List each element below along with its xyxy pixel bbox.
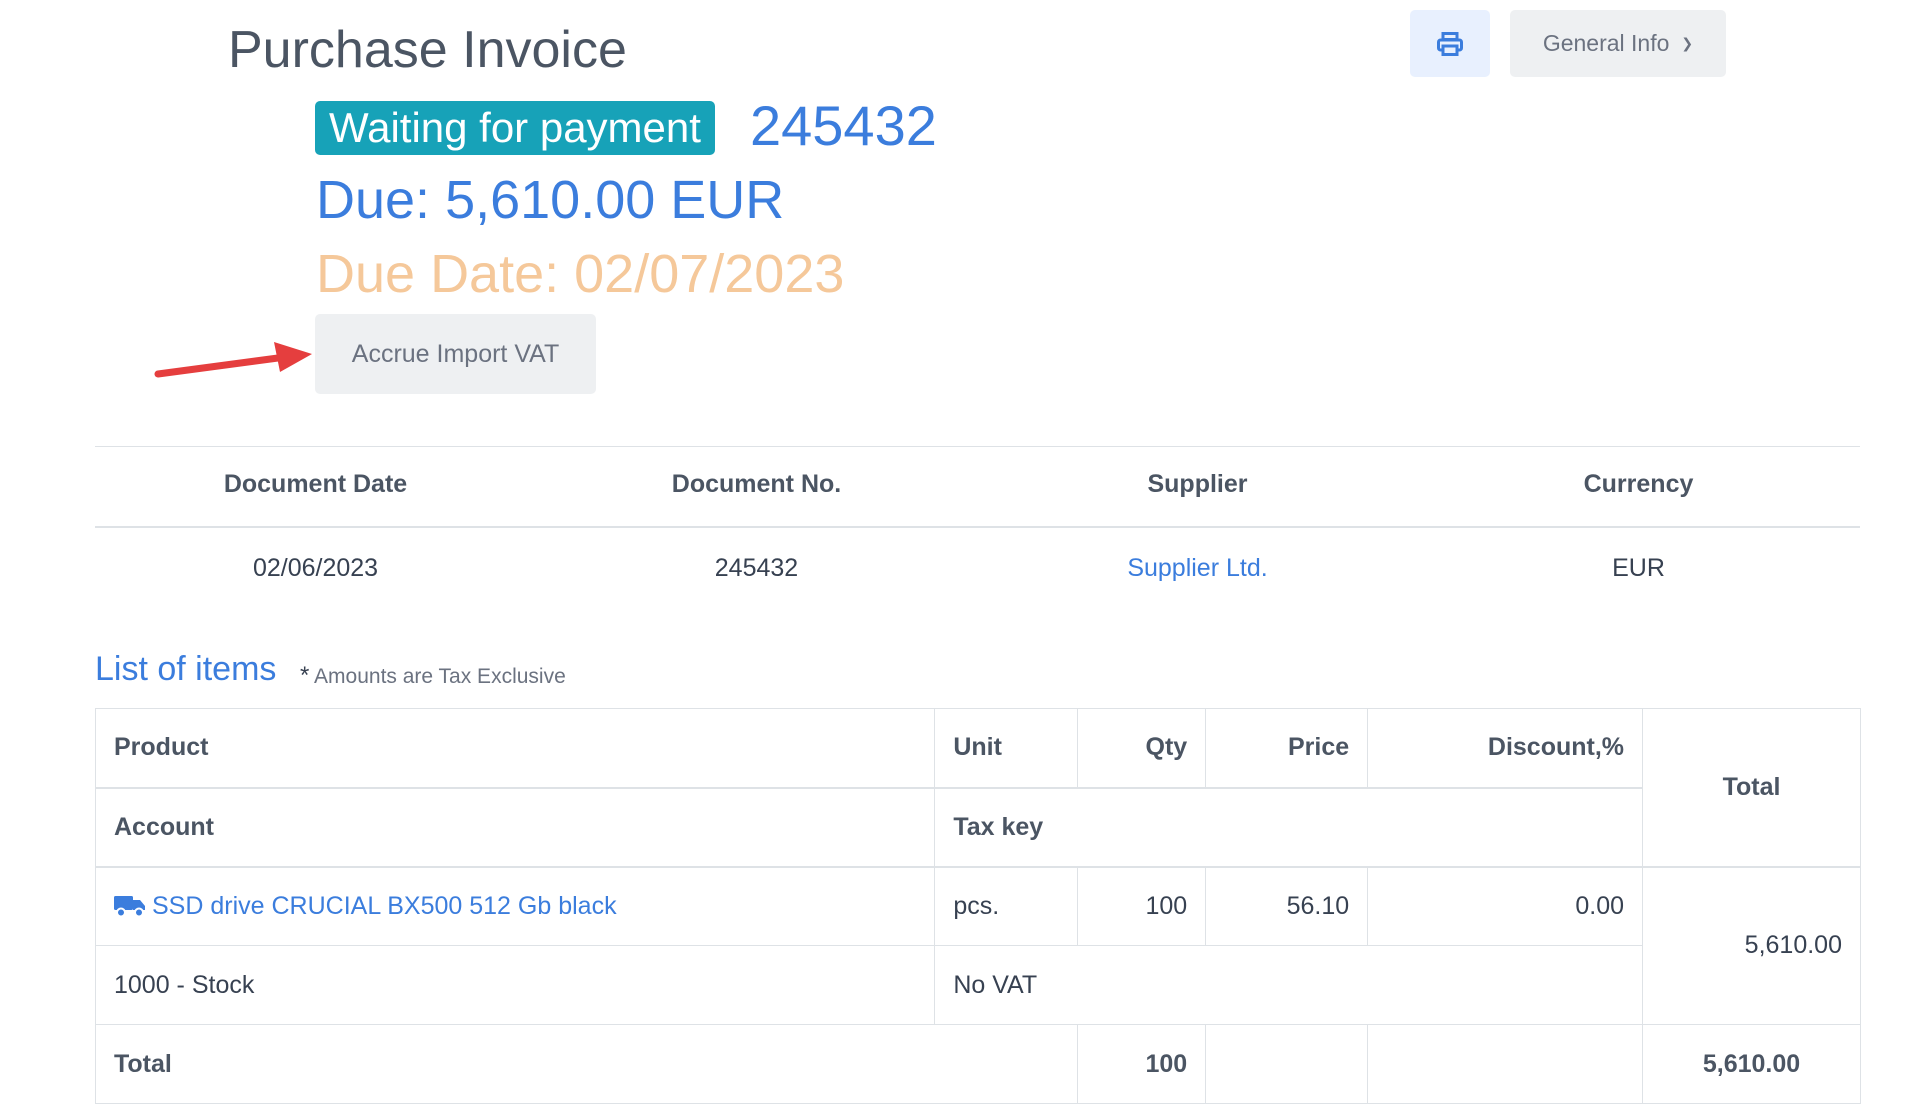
table-header-row: Product Unit Qty Price Discount,% Total	[94, 708, 1861, 867]
note-star: *	[300, 662, 310, 689]
currency-value: EUR	[1612, 554, 1665, 582]
invoice-number: 245432	[750, 94, 937, 157]
divider	[95, 446, 1860, 447]
doc-date-header: Document Date	[223, 470, 408, 498]
doc-number-header: Document No.	[671, 470, 842, 498]
doc-number-value: 245432	[714, 554, 799, 582]
note-text: Amounts are Tax Exclusive	[314, 665, 566, 688]
due-amount: Due: 5,610.00 EUR	[316, 170, 785, 230]
col-discount: Discount,%	[1367, 708, 1644, 788]
footer-total: 5,610.00	[1642, 1024, 1861, 1104]
due-date: Due Date: 02/07/2023	[316, 244, 845, 304]
accrue-import-vat-button[interactable]: Accrue Import VAT	[315, 314, 596, 394]
items-section-title: List of items	[95, 650, 277, 688]
print-button[interactable]	[1410, 10, 1490, 77]
truck-icon	[114, 895, 145, 918]
tax-key-cell: No VAT	[934, 945, 1644, 1025]
product-link[interactable]: SSD drive CRUCIAL BX500 512 Gb black	[152, 892, 617, 920]
total-cell: 5,610.00	[1642, 865, 1861, 1025]
col-tax-key: Tax key	[934, 786, 1644, 867]
currency-header: Currency	[1583, 470, 1694, 498]
footer-qty: 100	[1077, 1024, 1207, 1104]
footer-empty	[1205, 1024, 1369, 1104]
col-product: Product	[94, 708, 936, 788]
col-unit: Unit	[934, 708, 1079, 788]
footer-label: Total	[94, 1024, 1079, 1104]
divider	[95, 526, 1860, 528]
unit-cell: pcs.	[934, 865, 1079, 946]
col-account: Account	[94, 786, 936, 867]
footer-empty	[1367, 1024, 1644, 1104]
supplier-header: Supplier	[1147, 470, 1248, 498]
col-total: Total	[1642, 708, 1861, 867]
doc-date-value: 02/06/2023	[252, 554, 379, 582]
page-title: Purchase Invoice	[228, 21, 627, 79]
supplier-link[interactable]: Supplier Ltd.	[977, 554, 1418, 583]
price-cell: 56.10	[1205, 865, 1369, 946]
status-badge: Waiting for payment	[315, 101, 715, 155]
table-footer-row: Total 100 5,610.00	[94, 1024, 1861, 1104]
items-table: Product Unit Qty Price Discount,% Total …	[94, 708, 1861, 1104]
table-row: SSD drive CRUCIAL BX500 512 Gb black pcs…	[94, 865, 1861, 1025]
account-cell: 1000 - Stock	[94, 945, 936, 1025]
qty-cell: 100	[1077, 865, 1207, 946]
product-cell: SSD drive CRUCIAL BX500 512 Gb black	[94, 865, 936, 946]
printer-icon	[1437, 31, 1463, 56]
red-arrow-annotation	[154, 342, 312, 378]
general-info-dropdown[interactable]: General Info ❯	[1510, 10, 1726, 77]
col-qty: Qty	[1077, 708, 1207, 788]
discount-cell: 0.00	[1367, 865, 1644, 946]
table-header-row: Account Tax key	[94, 786, 1861, 867]
col-price: Price	[1205, 708, 1369, 788]
chevron-down-icon: ❯	[1681, 35, 1694, 51]
table-row: 1000 - Stock No VAT	[94, 945, 1861, 1025]
items-section-note: * Amounts are Tax Exclusive	[300, 662, 566, 690]
general-info-label: General Info	[1542, 30, 1670, 56]
